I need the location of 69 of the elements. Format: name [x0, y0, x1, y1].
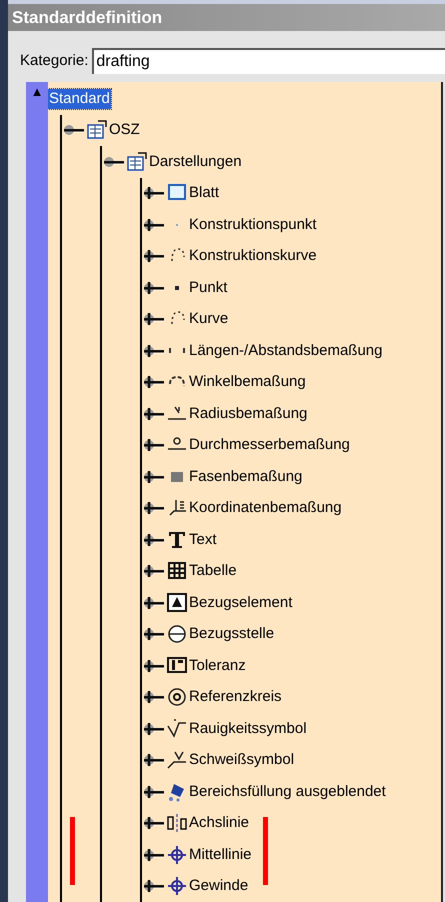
- annotation-mark: [70, 817, 75, 885]
- structure-icon: [86, 119, 108, 142]
- tree-item[interactable]: Achslinie: [188, 813, 250, 834]
- expand-icon[interactable]: [142, 753, 166, 768]
- expand-icon[interactable]: [142, 564, 166, 578]
- tree-item[interactable]: Konstruktionskurve: [188, 246, 318, 266]
- tree-item[interactable]: Durchmesserbemaßung: [188, 435, 351, 456]
- collapse-icon[interactable]: [102, 154, 126, 169]
- tree-item[interactable]: Punkt: [188, 278, 228, 298]
- tree-item[interactable]: Standard: [48, 88, 111, 109]
- tree-item[interactable]: Bereichsfüllung ausgeblendet: [188, 782, 387, 802]
- expand-icon[interactable]: [142, 848, 166, 862]
- expand-icon[interactable]: [142, 186, 166, 200]
- tree-item[interactable]: Bezugsstelle: [188, 624, 276, 644]
- expand-icon[interactable]: [142, 470, 166, 484]
- dimension-icon: [169, 347, 185, 354]
- circle-icon: [166, 623, 188, 646]
- tree-item[interactable]: Kurve: [188, 309, 230, 330]
- expand-icon[interactable]: [142, 249, 166, 264]
- tree-item[interactable]: Koordinatenbemaßung: [188, 498, 343, 518]
- expand-icon[interactable]: [142, 312, 166, 326]
- category-field[interactable]: drafting: [92, 48, 445, 74]
- window-title: Standarddefinition: [12, 6, 162, 29]
- expand-icon[interactable]: [142, 344, 166, 358]
- circle-icon: [166, 686, 188, 708]
- datum-icon: [166, 592, 188, 614]
- tree-item[interactable]: Toleranz: [188, 656, 247, 676]
- tree-item[interactable]: Tabelle: [188, 561, 238, 582]
- collapse-button[interactable]: ▲: [30, 84, 44, 100]
- tree-item[interactable]: OSZ: [108, 120, 141, 140]
- annotation-mark: [263, 817, 268, 885]
- tree-item[interactable]: Fasenbemaßung: [188, 466, 304, 487]
- point-icon: [174, 284, 180, 291]
- tree-item[interactable]: Bezugselement: [188, 592, 294, 613]
- tree-item[interactable]: Schweißsymbol: [188, 750, 296, 770]
- axis-icon: [166, 812, 188, 834]
- expand-icon[interactable]: [142, 879, 166, 894]
- expand-icon[interactable]: [142, 690, 166, 704]
- expand-icon[interactable]: [142, 784, 166, 799]
- expand-icon[interactable]: [142, 596, 166, 610]
- tree-item[interactable]: Radiusbemaßung: [188, 404, 308, 424]
- category-label: Kategorie:: [20, 50, 88, 71]
- crosshair-icon: [166, 844, 188, 866]
- expand-icon[interactable]: [142, 658, 166, 673]
- tree-item[interactable]: Konstruktionspunkt: [188, 214, 318, 235]
- crosshair-icon: [166, 875, 188, 898]
- collapse-icon[interactable]: [62, 123, 86, 138]
- expand-icon[interactable]: [142, 406, 166, 421]
- expand-icon[interactable]: [142, 532, 166, 547]
- expand-icon[interactable]: [142, 280, 166, 295]
- expand-icon[interactable]: [142, 501, 166, 516]
- tree-item[interactable]: Rauigkeitssymbol: [188, 718, 308, 739]
- expand-icon[interactable]: [142, 375, 166, 390]
- expand-icon[interactable]: [142, 438, 166, 452]
- structure-icon: [126, 150, 148, 173]
- tree-item[interactable]: Mittellinie: [188, 844, 253, 865]
- tree-item[interactable]: Text: [188, 530, 218, 550]
- tree-item[interactable]: Winkelbemaßung: [188, 372, 307, 392]
- tree-item[interactable]: Darstellungen: [148, 152, 243, 172]
- expand-icon[interactable]: [142, 218, 166, 232]
- tree-item[interactable]: Längen-/Abstandsbemaßung: [188, 340, 384, 361]
- tree-item[interactable]: Gewinde: [188, 876, 250, 896]
- tree-item[interactable]: Referenzkreis: [188, 687, 283, 708]
- expand-icon[interactable]: [142, 722, 166, 736]
- weld-icon: [166, 749, 188, 772]
- expand-icon[interactable]: [142, 816, 166, 830]
- expand-icon[interactable]: [142, 627, 166, 642]
- tree-item[interactable]: Blatt: [188, 183, 220, 204]
- roughness-icon: [166, 718, 188, 740]
